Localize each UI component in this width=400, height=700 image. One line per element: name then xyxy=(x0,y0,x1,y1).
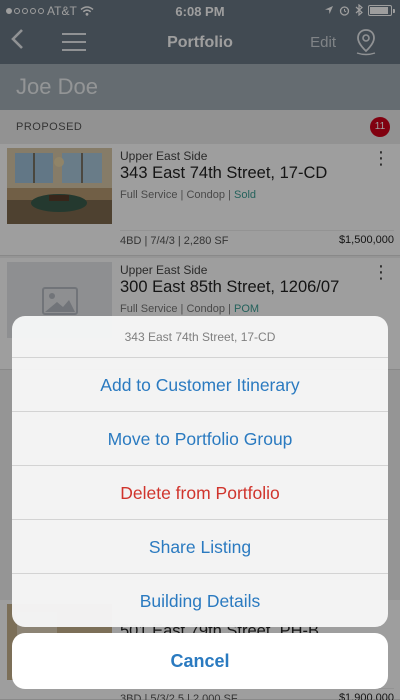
action-sheet: 343 East 74th Street, 17-CD Add to Custo… xyxy=(12,316,388,627)
building-details-button[interactable]: Building Details xyxy=(12,574,388,627)
action-sheet-title: 343 East 74th Street, 17-CD xyxy=(12,316,388,358)
cancel-button[interactable]: Cancel xyxy=(12,633,388,689)
move-to-group-button[interactable]: Move to Portfolio Group xyxy=(12,412,388,466)
delete-from-portfolio-button[interactable]: Delete from Portfolio xyxy=(12,466,388,520)
add-to-itinerary-button[interactable]: Add to Customer Itinerary xyxy=(12,358,388,412)
share-listing-button[interactable]: Share Listing xyxy=(12,520,388,574)
